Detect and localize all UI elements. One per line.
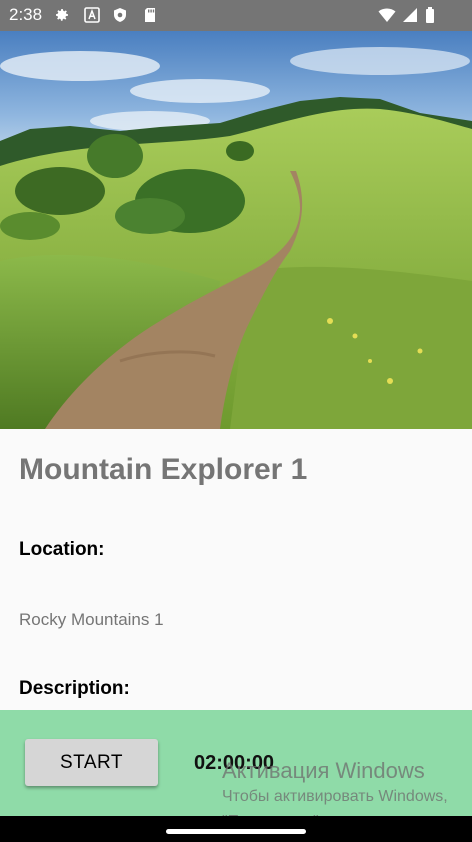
navigation-bar [0, 816, 472, 842]
location-value: Rocky Mountains 1 [19, 610, 164, 629]
cellular-icon [402, 7, 418, 23]
detail-content: Mountain Explorer 1 Location: Rocky Moun… [0, 429, 472, 710]
shield-icon [112, 7, 128, 23]
bottom-action-bar: START 02:00:00 Активация Windows Чтобы а… [0, 710, 472, 830]
watermark-title: Активация Windows [222, 758, 425, 783]
page-title: Mountain Explorer 1 [19, 453, 308, 486]
hero-image [0, 31, 472, 429]
home-handle[interactable] [166, 829, 306, 834]
start-button[interactable]: START [25, 739, 158, 786]
location-label: Location: [19, 539, 105, 560]
watermark-line-1: Чтобы активировать Windows, [222, 788, 448, 805]
a-notification-icon [84, 7, 100, 23]
status-time: 2:38 [9, 5, 43, 24]
gear-icon [54, 7, 70, 23]
wifi-icon [378, 7, 396, 23]
battery-icon [424, 7, 436, 23]
description-label: Description: [19, 678, 130, 699]
status-bar: 2:38 [0, 0, 472, 31]
sd-card-icon [142, 7, 158, 23]
